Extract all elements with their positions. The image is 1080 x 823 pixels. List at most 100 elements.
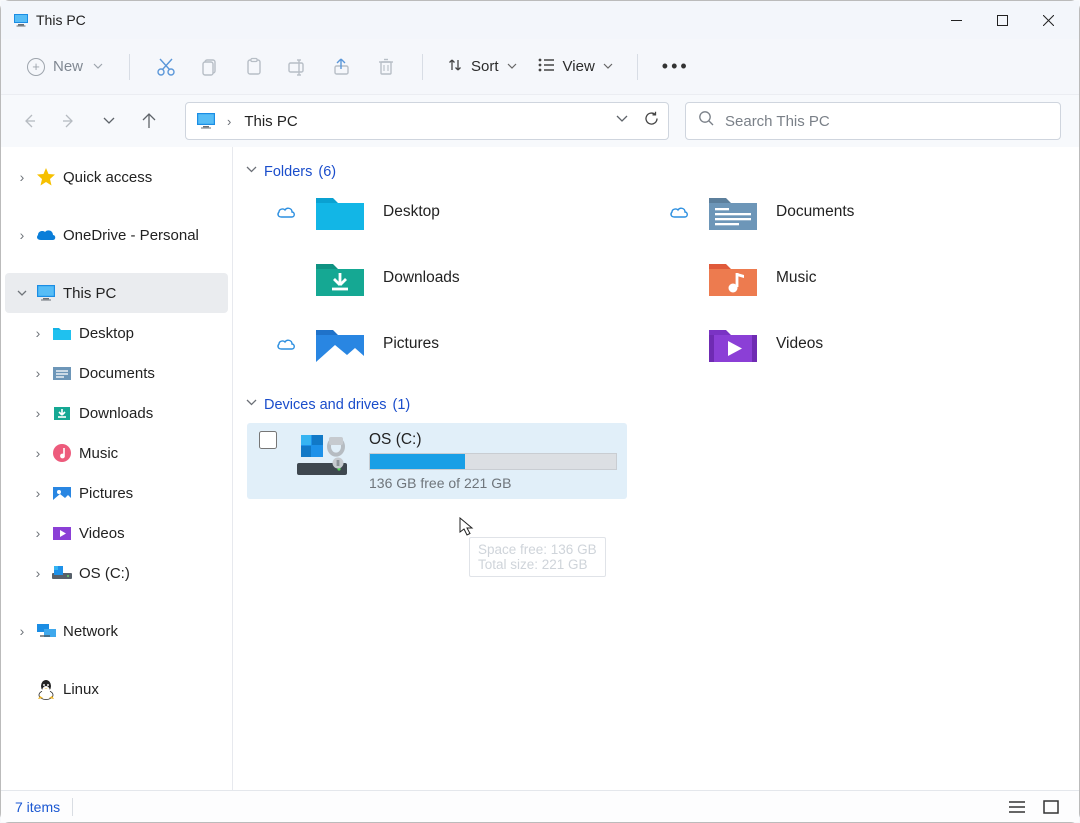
breadcrumb-item[interactable]: This PC	[244, 113, 297, 130]
more-button[interactable]: •••	[652, 56, 700, 77]
chevron-down-icon	[507, 58, 517, 75]
chevron-right-icon: ›	[31, 325, 45, 341]
folder-label: Videos	[776, 335, 823, 353]
drive-item-os-c[interactable]: OS (C:) 136 GB free of 221 GB	[247, 423, 627, 499]
chevron-right-icon: ›	[31, 365, 45, 381]
tooltip-line: Space free: 136 GB	[478, 542, 597, 557]
sort-button[interactable]: Sort	[437, 51, 527, 83]
section-header-folders[interactable]: Folders (6)	[243, 159, 1061, 190]
plus-circle-icon: +	[27, 58, 45, 76]
sidebar-item-label: Videos	[79, 525, 125, 542]
chevron-right-icon: ›	[31, 405, 45, 421]
sidebar-item-label: This PC	[63, 285, 116, 302]
sidebar-item-music[interactable]: › Music	[21, 433, 228, 473]
icons-view-button[interactable]	[1037, 796, 1065, 818]
cloud-sync-icon	[275, 205, 297, 219]
sidebar-item-label: OS (C:)	[79, 565, 130, 582]
section-count: (6)	[318, 164, 336, 180]
new-button[interactable]: + New	[15, 52, 115, 82]
paste-button[interactable]	[232, 47, 276, 87]
chevron-right-icon: ›	[15, 623, 29, 639]
sidebar-item-label: Network	[63, 623, 118, 640]
sidebar-item-linux[interactable]: › Linux	[5, 669, 228, 709]
folder-label: Music	[776, 269, 816, 287]
folder-downloads-icon	[313, 256, 367, 300]
folder-pictures-icon	[313, 322, 367, 366]
chevron-down-icon	[245, 163, 258, 180]
section-header-drives[interactable]: Devices and drives (1)	[243, 392, 1061, 423]
toolbar-separator	[129, 54, 130, 80]
share-button[interactable]	[320, 47, 364, 87]
chevron-down-icon	[15, 287, 29, 299]
chevron-down-icon	[245, 396, 258, 413]
maximize-button[interactable]	[979, 1, 1025, 39]
copy-button[interactable]	[188, 47, 232, 87]
chevron-right-icon: ›	[15, 169, 29, 185]
minimize-button[interactable]	[933, 1, 979, 39]
videos-icon	[51, 522, 73, 544]
close-button[interactable]	[1025, 1, 1071, 39]
view-label: View	[563, 58, 595, 75]
chevron-right-icon: ›	[15, 227, 29, 243]
titlebar: This PC	[1, 1, 1079, 39]
up-button[interactable]	[129, 101, 169, 141]
details-view-button[interactable]	[1003, 796, 1031, 818]
folder-documents-icon	[51, 362, 73, 384]
sidebar-item-label: Documents	[79, 365, 155, 382]
sidebar-item-network[interactable]: › Network	[5, 611, 228, 651]
star-icon	[35, 166, 57, 188]
forward-button[interactable]	[49, 101, 89, 141]
drive-free-text: 136 GB free of 221 GB	[369, 475, 617, 491]
folder-item-music[interactable]: Music	[668, 256, 1061, 300]
pc-icon	[196, 111, 216, 131]
recent-button[interactable]	[89, 101, 129, 141]
chevron-down-icon	[93, 58, 103, 75]
sidebar-item-onedrive[interactable]: › OneDrive - Personal	[5, 215, 228, 255]
folder-item-pictures[interactable]: Pictures	[275, 322, 668, 366]
search-icon	[698, 110, 715, 132]
sort-icon	[447, 57, 463, 77]
folder-desktop-icon	[51, 322, 73, 344]
cloud-sync-icon	[275, 337, 297, 351]
sidebar-item-pictures[interactable]: › Pictures	[21, 473, 228, 513]
cloud-sync-icon	[668, 205, 690, 219]
status-items-count: 7 items	[15, 799, 60, 815]
search-box[interactable]	[685, 102, 1061, 140]
back-button[interactable]	[9, 101, 49, 141]
folder-item-desktop[interactable]: Desktop	[275, 190, 668, 234]
drive-checkbox[interactable]	[259, 431, 277, 449]
folder-desktop-icon	[313, 190, 367, 234]
content-area: Folders (6) Desktop Documents Downloads	[233, 147, 1079, 790]
navigation-pane: › Quick access › OneDrive - Personal Thi…	[1, 147, 233, 790]
linux-icon	[35, 678, 57, 700]
chevron-right-icon: ›	[227, 114, 231, 129]
view-button[interactable]: View	[527, 51, 623, 83]
address-bar[interactable]: › This PC	[185, 102, 669, 140]
folder-item-documents[interactable]: Documents	[668, 190, 1061, 234]
music-icon	[51, 442, 73, 464]
search-input[interactable]	[725, 113, 1048, 130]
section-label: Folders	[264, 164, 312, 180]
sidebar-item-this-pc[interactable]: This PC	[5, 273, 228, 313]
sidebar-item-desktop[interactable]: › Desktop	[21, 313, 228, 353]
sidebar-item-videos[interactable]: › Videos	[21, 513, 228, 553]
sidebar-item-quick-access[interactable]: › Quick access	[5, 157, 228, 197]
folder-videos-icon	[706, 322, 760, 366]
folder-documents-icon	[706, 190, 760, 234]
chevron-down-icon[interactable]	[615, 112, 629, 131]
cut-button[interactable]	[144, 47, 188, 87]
refresh-button[interactable]	[643, 110, 660, 132]
delete-button[interactable]	[364, 47, 408, 87]
folder-item-downloads[interactable]: Downloads	[275, 256, 668, 300]
drive-icon	[51, 562, 73, 584]
sidebar-item-documents[interactable]: › Documents	[21, 353, 228, 393]
sidebar-item-downloads[interactable]: › Downloads	[21, 393, 228, 433]
chevron-right-icon: ›	[31, 565, 45, 581]
pc-icon	[35, 282, 57, 304]
folder-item-videos[interactable]: Videos	[668, 322, 1061, 366]
sidebar-item-os-c[interactable]: › OS (C:)	[21, 553, 228, 593]
folder-label: Documents	[776, 203, 854, 221]
tooltip-line: Total size: 221 GB	[478, 557, 597, 572]
rename-button[interactable]	[276, 47, 320, 87]
folder-music-icon	[706, 256, 760, 300]
